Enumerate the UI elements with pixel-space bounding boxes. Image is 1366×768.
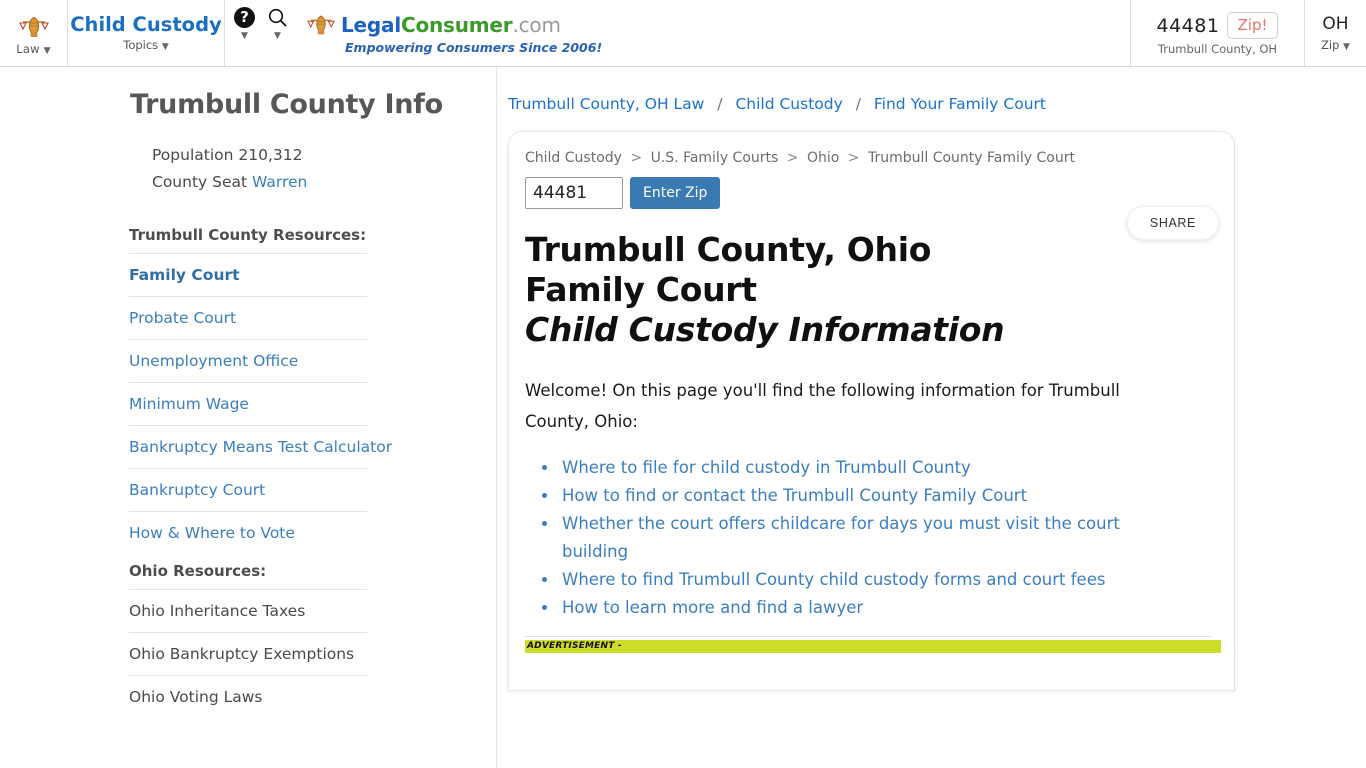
sidebar-item-bankruptcy-court[interactable]: Bankruptcy Court bbox=[129, 468, 367, 511]
zip-input[interactable] bbox=[525, 177, 623, 209]
main-content: Trumbull County, OH Law / Child Custody … bbox=[497, 67, 1366, 768]
content-card: Child Custody > U.S. Family Courts > Ohi… bbox=[508, 131, 1235, 691]
share-button[interactable]: SHARE bbox=[1126, 206, 1219, 240]
card-breadcrumb-item-trumbull-county-family-court: Trumbull County Family Court bbox=[867, 150, 1075, 166]
breadcrumb: Trumbull County, OH Law / Child Custody … bbox=[508, 67, 1366, 113]
sidebar-item-probate-court[interactable]: Probate Court bbox=[129, 296, 367, 339]
list-item: Whether the court offers childcare for d… bbox=[559, 510, 1185, 566]
sidebar-group-heading-state: Ohio Resources: bbox=[129, 562, 267, 580]
sidebar-item-ohio-inheritance-taxes[interactable]: Ohio Inheritance Taxes bbox=[129, 589, 367, 632]
advertisement-label: ADVERTISEMENT - bbox=[525, 639, 1221, 653]
advertisement-area: ADVERTISEMENT - bbox=[525, 635, 1221, 653]
breadcrumb-item-county-law[interactable]: Trumbull County, OH Law bbox=[508, 95, 704, 113]
topic-link-find-or-contact-court[interactable]: How to find or contact the Trumbull Coun… bbox=[562, 486, 1027, 505]
chevron-down-icon: ▼ bbox=[241, 31, 248, 41]
header-zip-block: Zip! Trumbull County, OH bbox=[1130, 0, 1304, 66]
list-item: How to learn more and find a lawyer bbox=[559, 594, 1185, 622]
list-item: Where to file for child custody in Trumb… bbox=[559, 454, 1185, 482]
sidebar-item-ohio-voting-laws[interactable]: Ohio Voting Laws bbox=[129, 675, 367, 718]
page-title-line2: Child Custody Information bbox=[525, 310, 1005, 349]
enter-zip-button[interactable]: Enter Zip bbox=[630, 177, 721, 209]
sidebar-item-minimum-wage[interactable]: Minimum Wage bbox=[129, 382, 367, 425]
topic-title: Child Custody bbox=[70, 12, 222, 36]
header-tools: ? ▼ ▼ bbox=[225, 0, 297, 66]
page-title-line1: Trumbull County, Ohio Family Court bbox=[525, 230, 932, 309]
state-abbreviation: OH bbox=[1322, 14, 1349, 34]
header-zip-submit-button[interactable]: Zip! bbox=[1226, 12, 1279, 39]
chevron-down-icon: ▼ bbox=[43, 45, 51, 56]
brand-wordmark: LegalConsumer.com bbox=[341, 12, 561, 37]
card-breadcrumb-separator: > bbox=[630, 150, 643, 166]
search-icon bbox=[268, 8, 287, 27]
card-breadcrumb: Child Custody > U.S. Family Courts > Ohi… bbox=[525, 150, 1212, 166]
site-header: Law ▼ Child Custody Topics ▼ ? ▼ ▼ Legal… bbox=[0, 0, 1366, 67]
header-zip-location: Trumbull County, OH bbox=[1157, 42, 1278, 56]
sidebar-item-family-court[interactable]: Family Court bbox=[129, 253, 367, 296]
list-item: Where to find Trumbull County child cust… bbox=[559, 566, 1185, 594]
topic-link-learn-more-lawyer[interactable]: How to learn more and find a lawyer bbox=[562, 598, 863, 617]
breadcrumb-separator: / bbox=[855, 95, 861, 113]
card-breadcrumb-separator: > bbox=[786, 150, 799, 166]
list-item: How to find or contact the Trumbull Coun… bbox=[559, 482, 1185, 510]
breadcrumb-separator: / bbox=[717, 95, 723, 113]
brand-block[interactable]: LegalConsumer.com Empowering Consumers S… bbox=[297, 0, 1130, 66]
header-zip-input[interactable] bbox=[1156, 12, 1219, 39]
help-menu[interactable]: ? ▼ bbox=[234, 7, 255, 41]
sidebar-item-unemployment-office[interactable]: Unemployment Office bbox=[129, 339, 367, 382]
zip-lookup-form: Enter Zip bbox=[525, 177, 1212, 209]
breadcrumb-item-child-custody[interactable]: Child Custody bbox=[735, 95, 842, 113]
sidebar-item-how-where-to-vote[interactable]: How & Where to Vote bbox=[129, 511, 367, 554]
county-stats: Population 210,312 County Seat Warren bbox=[0, 142, 496, 196]
law-menu-label: Law ▼ bbox=[16, 41, 51, 56]
topics-dropdown-label: Topics ▼ bbox=[123, 38, 169, 53]
scales-of-justice-icon bbox=[307, 15, 335, 34]
card-breadcrumb-separator: > bbox=[847, 150, 860, 166]
chevron-down-icon: ▼ bbox=[274, 31, 281, 41]
chevron-down-icon: ▼ bbox=[161, 42, 169, 53]
chevron-down-icon: ▼ bbox=[1343, 42, 1350, 52]
state-zip-dropdown-label: Zip ▼ bbox=[1321, 38, 1350, 52]
topic-link-where-to-file[interactable]: Where to file for child custody in Trumb… bbox=[562, 458, 971, 477]
sidebar-group-heading-county: Trumbull County Resources: bbox=[129, 226, 367, 244]
card-breadcrumb-item-child-custody[interactable]: Child Custody bbox=[525, 150, 622, 166]
page-body: Trumbull County Info Population 210,312 … bbox=[0, 67, 1366, 768]
topic-list: Where to file for child custody in Trumb… bbox=[525, 454, 1185, 622]
county-seat-row: County Seat Warren bbox=[152, 173, 308, 191]
sidebar-title: Trumbull County Info bbox=[130, 89, 443, 120]
sidebar-item-ohio-bankruptcy-exemptions[interactable]: Ohio Bankruptcy Exemptions bbox=[129, 632, 367, 675]
card-breadcrumb-item-us-family-courts[interactable]: U.S. Family Courts bbox=[651, 150, 779, 166]
brand-tagline: Empowering Consumers Since 2006! bbox=[345, 39, 603, 55]
sidebar-resource-list: Trumbull County Resources: Family Court … bbox=[0, 218, 496, 718]
county-seat-link[interactable]: Warren bbox=[252, 173, 307, 191]
sidebar-item-bankruptcy-means-test-calculator[interactable]: Bankruptcy Means Test Calculator bbox=[129, 425, 392, 468]
topic-menu[interactable]: Child Custody Topics ▼ bbox=[68, 0, 225, 66]
law-menu[interactable]: Law ▼ bbox=[0, 0, 68, 66]
question-mark-icon: ? bbox=[234, 7, 255, 28]
card-breadcrumb-item-ohio[interactable]: Ohio bbox=[807, 150, 839, 166]
breadcrumb-item-find-family-court[interactable]: Find Your Family Court bbox=[874, 95, 1046, 113]
topic-link-forms-and-fees[interactable]: Where to find Trumbull County child cust… bbox=[562, 570, 1105, 589]
sidebar: Trumbull County Info Population 210,312 … bbox=[0, 67, 497, 768]
page-title: Trumbull County, Ohio Family Court Child… bbox=[525, 230, 1045, 350]
header-state-block[interactable]: OH Zip ▼ bbox=[1304, 0, 1366, 66]
welcome-paragraph: Welcome! On this page you'll find the fo… bbox=[525, 381, 1120, 431]
scales-of-justice-icon bbox=[18, 16, 49, 37]
search-menu[interactable]: ▼ bbox=[267, 7, 288, 41]
population-row: Population 210,312 bbox=[152, 146, 303, 164]
topic-link-childcare[interactable]: Whether the court offers childcare for d… bbox=[562, 514, 1120, 561]
